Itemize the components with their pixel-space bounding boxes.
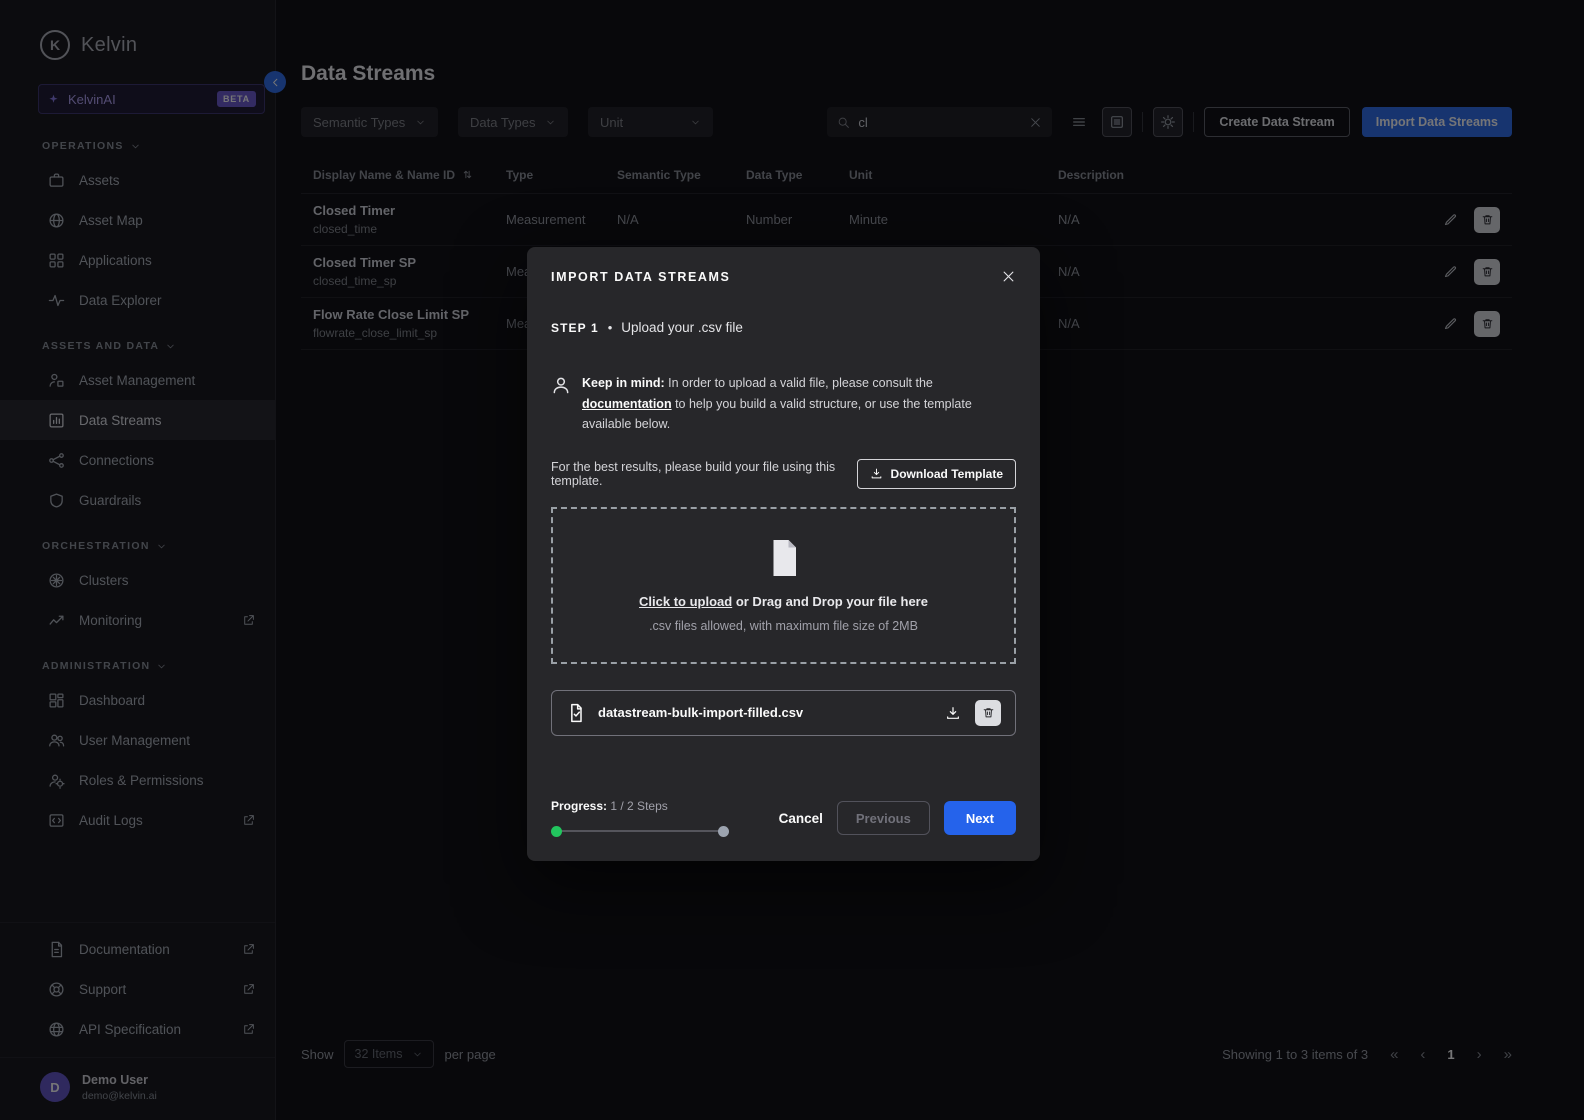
- file-icon: [766, 538, 802, 578]
- step-label: STEP 1: [551, 321, 599, 335]
- download-icon: [870, 467, 883, 480]
- step-indicator: STEP 1 • Upload your .csv file: [527, 320, 1040, 335]
- slider-step2-dot[interactable]: [718, 826, 729, 837]
- template-row: For the best results, please build your …: [551, 459, 1016, 489]
- progress-slider[interactable]: [551, 825, 729, 837]
- cancel-button[interactable]: Cancel: [779, 811, 823, 826]
- modal-header: IMPORT DATA STREAMS: [527, 247, 1040, 284]
- trash-icon: [982, 706, 995, 719]
- progress-block: Progress: 1 / 2 Steps: [551, 799, 736, 837]
- progress-label: Progress:: [551, 799, 607, 813]
- file-actions: [945, 700, 1001, 726]
- previous-button[interactable]: Previous: [837, 801, 930, 835]
- step-separator: •: [608, 320, 613, 335]
- dropzone-text: Click to upload or Drag and Drop your fi…: [639, 594, 928, 609]
- modal-buttons: Cancel Previous Next: [779, 801, 1016, 835]
- close-icon: [1001, 269, 1016, 284]
- next-button[interactable]: Next: [944, 801, 1016, 835]
- download-file-button[interactable]: [945, 705, 961, 721]
- file-dropzone[interactable]: Click to upload or Drag and Drop your fi…: [551, 507, 1016, 664]
- modal-close-button[interactable]: [1001, 269, 1016, 284]
- template-hint: For the best results, please build your …: [551, 460, 857, 488]
- click-to-upload-link[interactable]: Click to upload: [639, 594, 732, 609]
- import-data-streams-modal: IMPORT DATA STREAMS STEP 1 • Upload your…: [527, 247, 1040, 861]
- modal-title: IMPORT DATA STREAMS: [551, 270, 730, 284]
- download-template-button[interactable]: Download Template: [857, 459, 1016, 489]
- drag-drop-text: or Drag and Drop your file here: [732, 594, 928, 609]
- note-emphasis: Keep in mind:: [582, 376, 665, 390]
- uploaded-file-name: datastream-bulk-import-filled.csv: [598, 705, 803, 720]
- note-before-link: In order to upload a valid file, please …: [665, 376, 933, 390]
- progress-value: 1 / 2 Steps: [610, 799, 667, 813]
- documentation-link[interactable]: documentation: [582, 397, 672, 411]
- slider-track: [555, 830, 725, 832]
- advisor-icon: [551, 375, 571, 395]
- uploaded-file-row: datastream-bulk-import-filled.csv: [551, 690, 1016, 736]
- file-check-icon: [566, 703, 586, 723]
- step-description: Upload your .csv file: [621, 320, 743, 335]
- modal-footer: Progress: 1 / 2 Steps Cancel Previous Ne…: [527, 799, 1040, 837]
- keep-in-mind-note: Keep in mind: In order to upload a valid…: [551, 373, 1016, 435]
- note-text: Keep in mind: In order to upload a valid…: [582, 373, 1016, 435]
- dropzone-restrictions: .csv files allowed, with maximum file si…: [649, 619, 918, 633]
- download-icon: [945, 705, 961, 721]
- slider-step1-dot[interactable]: [551, 826, 562, 837]
- remove-file-button[interactable]: [975, 700, 1001, 726]
- download-template-label: Download Template: [891, 467, 1003, 481]
